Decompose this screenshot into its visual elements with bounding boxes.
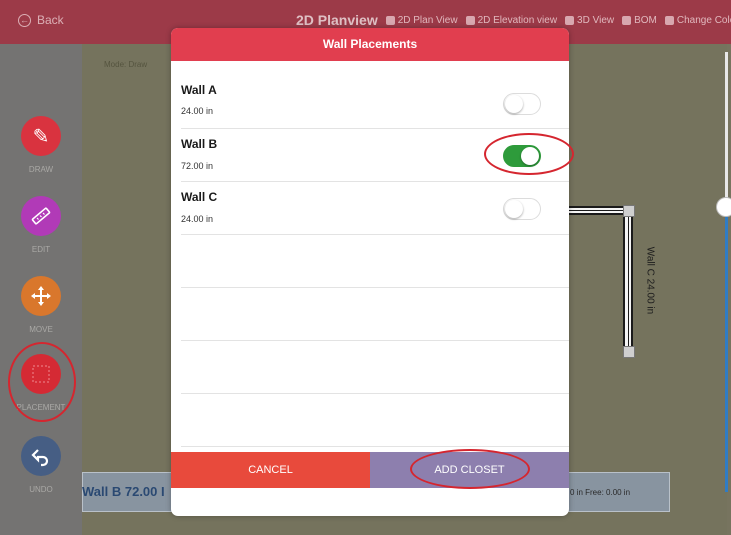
bom-icon [622, 15, 632, 25]
color-palette-icon [664, 15, 674, 25]
view-nav: 2D Planview 2D Plan View 2D Elevation vi… [296, 12, 731, 28]
tool-label: Move [29, 325, 53, 334]
nav-change-color[interactable]: Change Color [664, 14, 731, 26]
empty-list-row [181, 235, 569, 288]
add-closet-highlight-annotation [410, 449, 530, 489]
draw-tool[interactable]: ✎ Draw [0, 116, 82, 174]
wall-row-a: Wall A 24.00 in [181, 61, 569, 129]
wall-name: Wall C [181, 190, 218, 204]
toggle-knob [505, 95, 523, 113]
wall-length: 24.00 in [181, 106, 214, 116]
wall-c-dimension-label: Wall C 24.00 in [644, 246, 656, 315]
page-title: 2D Planview [296, 12, 378, 28]
zoom-slider-fill [725, 208, 728, 492]
nav-label: 3D View [577, 14, 615, 26]
nav-label: BOM [634, 14, 657, 26]
3d-view-icon [565, 15, 575, 25]
wall-c-toggle[interactable] [503, 198, 541, 220]
placement-highlight-annotation [8, 342, 76, 422]
wall-name: Wall B [181, 137, 218, 151]
wall-b-toggle-highlight-annotation [484, 133, 574, 175]
nav-label: 2D Plan View [397, 14, 458, 26]
wall-a-toggle[interactable] [503, 93, 541, 115]
wall-corner-handle[interactable] [623, 205, 635, 217]
nav-label: Change Color [676, 14, 731, 26]
selected-wall-info: Wall B 72.00 I [82, 484, 165, 499]
dialog-title: Wall Placements [171, 28, 569, 61]
nav-bom[interactable]: BOM [622, 15, 657, 26]
plan-view-icon [385, 15, 395, 25]
wall-length: 72.00 in [181, 161, 214, 171]
wall-list: Wall A 24.00 in Wall B 72.00 in Wall C 2… [171, 61, 569, 447]
tool-sidebar: ✎ Draw Edit Move Placement Undo [0, 44, 82, 535]
back-label: Back [37, 13, 64, 27]
wall-name: Wall A [181, 83, 217, 97]
back-button[interactable]: ← Back [18, 13, 64, 27]
free-space-info: 0 in Free: 0.00 in [570, 488, 631, 497]
wall-row-c: Wall C 24.00 in [181, 182, 569, 235]
tool-label: Edit [31, 245, 51, 254]
nav-2d-elevation-view[interactable]: 2D Elevation view [465, 14, 558, 26]
zoom-slider-knob[interactable] [716, 197, 731, 217]
wall-length: 24.00 in [181, 214, 214, 224]
wall-end-handle[interactable] [623, 346, 635, 358]
tool-label: Draw [28, 165, 54, 174]
undo-icon[interactable] [21, 436, 61, 476]
wall-placements-dialog: Wall Placements Wall A 24.00 in Wall B 7… [171, 28, 569, 516]
nav-label: 2D Elevation view [477, 14, 558, 26]
move-tool[interactable]: Move [0, 276, 82, 334]
move-arrows-icon[interactable] [21, 276, 61, 316]
empty-list-row [181, 394, 569, 447]
nav-2d-plan-view[interactable]: 2D Plan View [385, 14, 458, 26]
empty-list-row [181, 341, 569, 394]
elevation-view-icon [465, 15, 475, 25]
toggle-knob [505, 200, 523, 218]
pencil-icon[interactable]: ✎ [21, 116, 61, 156]
edit-tool[interactable]: Edit [0, 196, 82, 254]
tool-label: Undo [29, 485, 53, 494]
back-arrow-icon: ← [18, 13, 31, 27]
nav-3d-view[interactable]: 3D View [565, 15, 614, 26]
empty-list-row [181, 288, 569, 341]
wall-c-segment[interactable] [623, 206, 633, 356]
ruler-icon[interactable] [21, 196, 61, 236]
cancel-button[interactable]: CANCEL [171, 452, 370, 488]
mode-label: Mode: Draw [104, 60, 148, 69]
undo-tool[interactable]: Undo [0, 436, 82, 494]
